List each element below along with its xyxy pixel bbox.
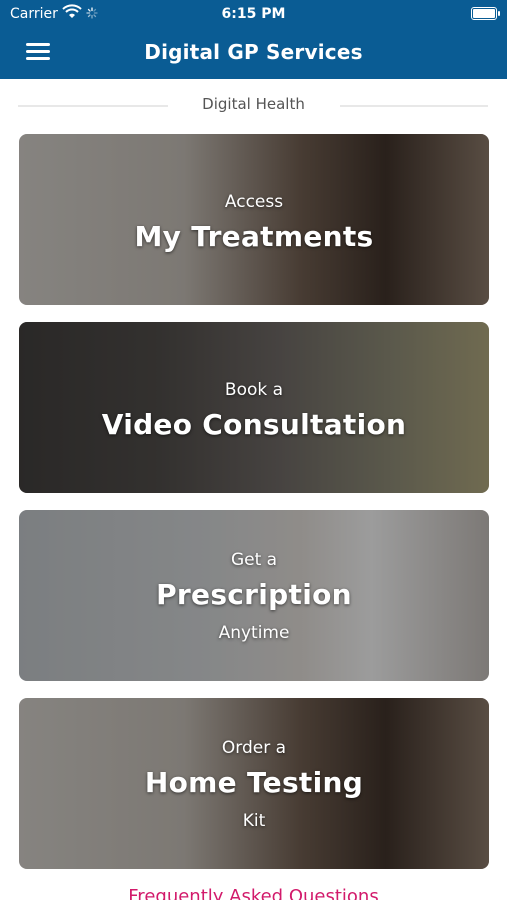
section-heading: Digital Health (0, 95, 507, 115)
card-small-label: Book a (224, 380, 284, 400)
home-testing-kit-card[interactable]: Order a Home Testing Kit (19, 698, 489, 869)
section-label: Digital Health (202, 95, 305, 113)
card-small-label: Access (224, 192, 284, 212)
card-small-label: Get a (230, 550, 278, 570)
card-small-label: Order a (221, 738, 287, 758)
my-treatments-card[interactable]: Access My Treatments (19, 134, 489, 305)
app-header: Carrier 6:15 PM Digital GP Services (0, 0, 507, 79)
status-time: 6:15 PM (221, 6, 286, 22)
card-sub-label: Anytime (218, 623, 290, 643)
status-bar: Carrier 6:15 PM (0, 0, 507, 28)
faq-link[interactable]: Frequently Asked Questions (0, 886, 507, 900)
card-big-label: Prescription (156, 578, 352, 611)
prescription-card[interactable]: Get a Prescription Anytime (19, 510, 489, 681)
video-consultation-card[interactable]: Book a Video Consultation (19, 322, 489, 493)
card-big-label: Video Consultation (101, 408, 407, 441)
card-big-label: My Treatments (134, 220, 374, 253)
page-title: Digital GP Services (144, 40, 363, 64)
card-big-label: Home Testing (144, 766, 364, 799)
battery-icon (471, 7, 500, 20)
card-sub-label: Kit (242, 811, 266, 831)
